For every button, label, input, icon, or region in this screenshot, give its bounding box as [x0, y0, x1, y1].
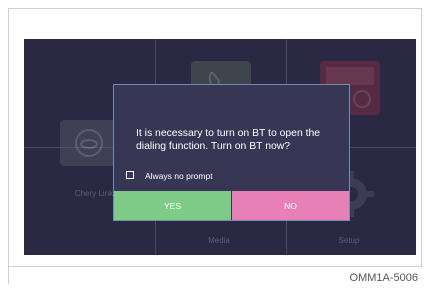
no-button[interactable]: NO	[232, 191, 349, 220]
always-no-prompt-checkbox[interactable]	[126, 171, 134, 179]
figure-caption: OMM1A-5006	[349, 272, 418, 284]
bt-prompt-dialog: It is necessary to turn on BT to open th…	[113, 84, 350, 221]
dialog-message: It is necessary to turn on BT to open th…	[136, 128, 321, 152]
checkbox-label[interactable]: Always no prompt	[145, 171, 213, 181]
tile-label-setup: Setup	[338, 236, 360, 245]
tile-label-media: Media	[208, 236, 230, 245]
yes-button[interactable]: YES	[114, 191, 231, 220]
frame-border-bottom	[8, 266, 423, 267]
cloud-link-icon[interactable]	[60, 120, 118, 171]
frame-border-right	[421, 8, 422, 267]
